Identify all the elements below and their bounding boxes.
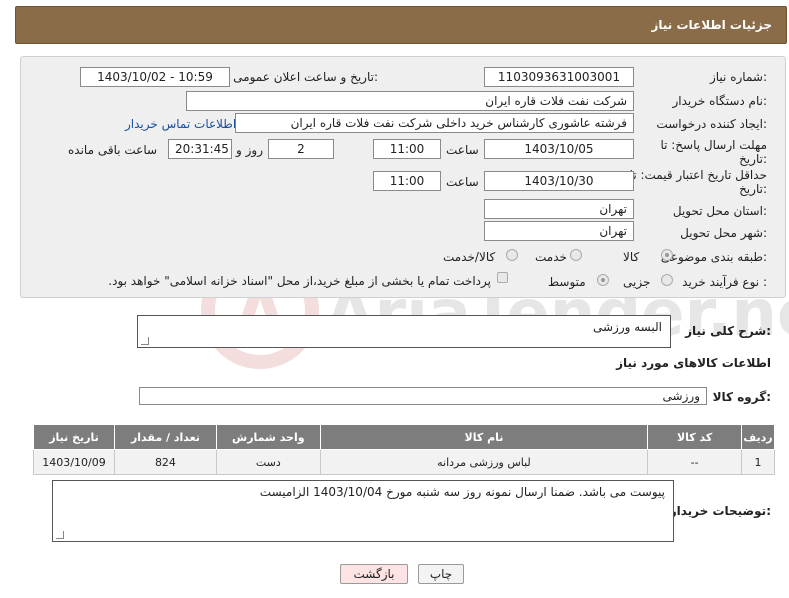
category-option-service: خدمت	[535, 250, 567, 264]
buyer-notes-textarea[interactable]: پیوست می باشد. ضمنا ارسال نمونه روز سه ش…	[52, 480, 674, 542]
reply-deadline-label: مهلت ارسال پاسخ: تا	[660, 138, 767, 152]
header-bar: جزئیات اطلاعات نیاز	[15, 6, 787, 44]
buyer-org-label: نام دستگاه خریدار:	[672, 94, 768, 108]
reply-time-label: ساعت	[446, 143, 479, 157]
treasury-payment-note: پرداخت تمام یا بخشی از مبلغ خرید،از محل …	[108, 274, 491, 288]
announce-datetime-field: 1403/10/02 - 10:59	[80, 67, 230, 87]
city-label: شهر محل تحویل:	[680, 226, 767, 240]
col-header-goods-code: کد کالا	[647, 424, 743, 450]
cell-row-number: 1	[741, 449, 775, 475]
announce-datetime-label: تاریخ و ساعت اعلان عمومی:	[233, 70, 378, 84]
category-option-goods-service: کالا/خدمت	[443, 250, 496, 264]
col-header-unit: واحد شمارش	[215, 424, 321, 450]
reply-time-field: 11:00	[373, 139, 441, 159]
back-button[interactable]: بازگشت	[340, 564, 408, 584]
table-row: 1 -- لباس ورزشی مردانه دست 824 1403/10/0…	[32, 449, 775, 475]
resize-grip-icon[interactable]	[56, 531, 64, 539]
cell-goods-code: --	[647, 449, 743, 475]
buyer-notes-label: توضیحات خریدار:	[669, 504, 771, 518]
goods-section-title: اطلاعات کالاهای مورد نیاز	[616, 356, 771, 370]
cell-quantity: 824	[114, 449, 217, 475]
buyer-org-field: شرکت نفت فلات قاره ایران	[186, 91, 634, 111]
category-radio-goods[interactable]	[661, 249, 673, 261]
goods-group-label: گروه کالا:	[712, 390, 771, 404]
province-field: تهران	[484, 199, 634, 219]
price-validity-label: حداقل تاریخ اعتبار قیمت: تا	[629, 168, 767, 182]
need-number-field: 1103093631003001	[484, 67, 634, 87]
col-header-goods-name: نام کالا	[319, 424, 649, 450]
days-label: روز و	[236, 143, 263, 157]
process-option-medium: متوسط	[548, 275, 586, 289]
treasury-checkbox[interactable]	[497, 272, 508, 283]
need-number-label: شماره نیاز:	[709, 70, 767, 84]
province-label: استان محل تحویل:	[672, 204, 767, 218]
validity-time-label: ساعت	[446, 175, 479, 189]
process-option-minor: جزیی	[623, 275, 651, 289]
description-label: شرح کلی نیاز:	[685, 324, 771, 338]
category-radio-service[interactable]	[570, 249, 582, 261]
cell-need-date: 1403/10/09	[32, 449, 116, 475]
col-header-row-number: ردیف	[741, 424, 775, 450]
buyer-notes-text: پیوست می باشد. ضمنا ارسال نمونه روز سه ش…	[259, 485, 665, 499]
resize-grip-icon[interactable]	[141, 337, 149, 345]
remaining-time-label: ساعت باقی مانده	[68, 143, 158, 157]
requester-field: فرشته عاشوری کارشناس خرید داخلی شرکت نفت…	[235, 113, 634, 133]
process-type-label: نوع فرآیند خرید :	[682, 275, 767, 289]
process-radio-medium[interactable]	[597, 274, 609, 286]
goods-table: ردیف کد کالا نام کالا واحد شمارش تعداد /…	[32, 424, 775, 475]
col-header-need-date: تاریخ نیاز	[32, 424, 116, 450]
validity-date-field: 1403/10/30	[484, 171, 634, 191]
remaining-time-field: 20:31:45	[168, 139, 232, 159]
city-field: تهران	[484, 221, 634, 241]
description-textarea[interactable]: البسه ورزشی	[137, 315, 671, 348]
price-validity-label-date: تاریخ:	[739, 182, 767, 196]
requester-label: ایجاد کننده درخواست:	[656, 117, 767, 131]
validity-time-field: 11:00	[373, 171, 441, 191]
cell-goods-name: لباس ورزشی مردانه	[319, 449, 649, 475]
remaining-days-field: 2	[268, 139, 334, 159]
category-radio-goods-service[interactable]	[506, 249, 518, 261]
goods-group-field: ورزشی	[139, 387, 707, 405]
category-label: طبقه بندی موضوعی:	[660, 250, 767, 264]
buyer-contact-link[interactable]: اطلاعات تماس خریدار	[125, 117, 236, 131]
process-radio-minor[interactable]	[661, 274, 673, 286]
description-text: البسه ورزشی	[592, 320, 662, 334]
col-header-quantity: تعداد / مقدار	[114, 424, 217, 450]
cell-unit: دست	[215, 449, 321, 475]
print-button[interactable]: چاپ	[418, 564, 464, 584]
reply-deadline-label-date: تاریخ:	[739, 152, 767, 166]
page-title: جزئیات اطلاعات نیاز	[651, 18, 772, 32]
reply-date-field: 1403/10/05	[484, 139, 634, 159]
table-header-row: ردیف کد کالا نام کالا واحد شمارش تعداد /…	[32, 424, 775, 450]
category-option-goods: کالا	[623, 250, 640, 264]
